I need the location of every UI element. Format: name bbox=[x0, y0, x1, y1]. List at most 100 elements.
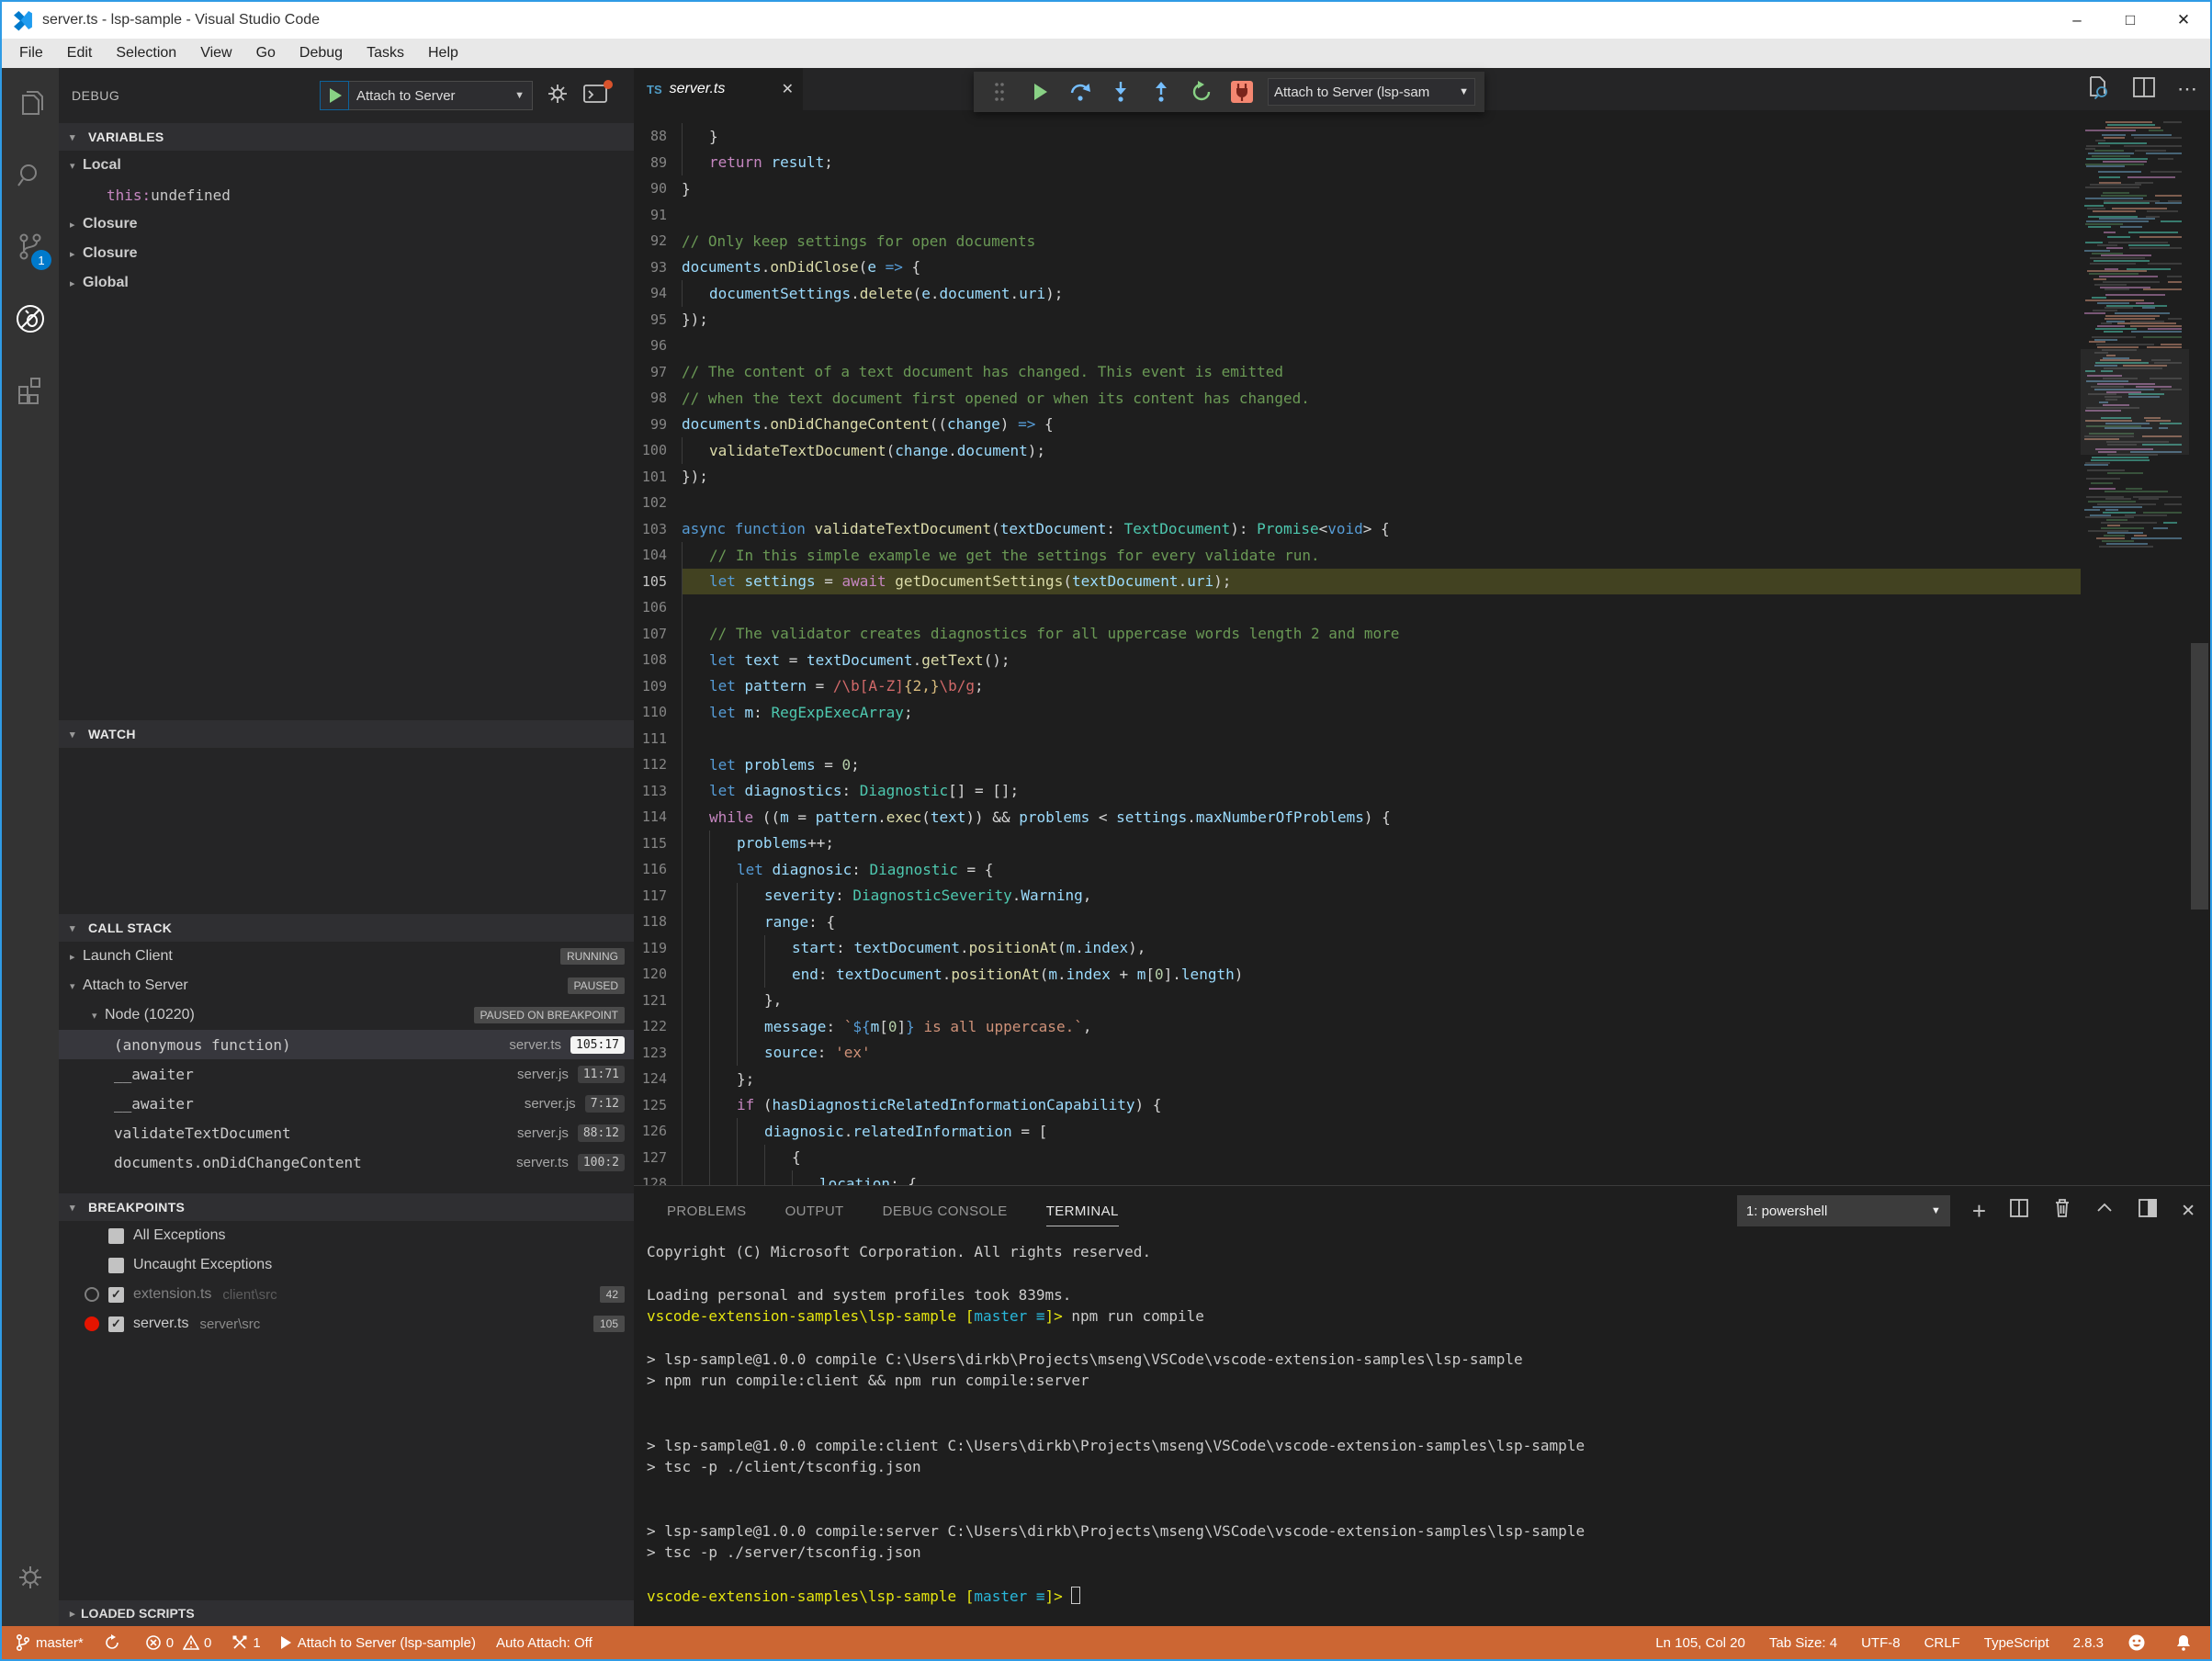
restart-icon[interactable] bbox=[1181, 72, 1222, 112]
code-line-90[interactable]: 90} bbox=[634, 175, 2081, 202]
menu-debug[interactable]: Debug bbox=[288, 39, 355, 68]
line-number[interactable]: 111 bbox=[634, 730, 682, 747]
code-line-106[interactable]: 106 bbox=[634, 594, 2081, 621]
open-changes-icon[interactable] bbox=[2083, 73, 2111, 106]
debug-console-icon[interactable] bbox=[582, 79, 613, 110]
breakpoint-checkbox[interactable] bbox=[108, 1257, 124, 1273]
debug-icon[interactable] bbox=[2, 283, 59, 355]
code-line-102[interactable]: 102 bbox=[634, 490, 2081, 516]
line-number[interactable]: 97 bbox=[634, 364, 682, 380]
line-number[interactable]: 108 bbox=[634, 651, 682, 668]
line-number[interactable]: 95 bbox=[634, 311, 682, 328]
code-line-99[interactable]: 99 documents. onDidChangeContent((change) … bbox=[634, 412, 2081, 438]
feedback-smiley-icon[interactable] bbox=[2127, 1633, 2150, 1652]
line-number[interactable]: 122 bbox=[634, 1018, 682, 1034]
code-line-119[interactable]: 119 start: textDocument. positionAt(m. inde… bbox=[634, 934, 2081, 961]
line-number[interactable]: 101 bbox=[634, 469, 682, 485]
typescript-version[interactable]: 2.8.3 bbox=[2073, 1635, 2104, 1651]
editor-scrollbar[interactable] bbox=[2189, 110, 2210, 1185]
code-editor[interactable]: 88} 89 return result; 90} 91 92// Only keep s… bbox=[634, 110, 2210, 1185]
code-line-122[interactable]: 122 message: ` ${m[0]} is all uppercase.`, bbox=[634, 1013, 2081, 1040]
line-number[interactable]: 91 bbox=[634, 207, 682, 223]
tab-problems[interactable]: PROBLEMS bbox=[667, 1186, 747, 1236]
call-stack-section-header[interactable]: ▾ CALL STACK bbox=[59, 914, 634, 942]
code-line-100[interactable]: 100 validateTextDocument(change. document)… bbox=[634, 437, 2081, 464]
line-number[interactable]: 92 bbox=[634, 232, 682, 249]
debug-session-dropdown[interactable]: Attach to Server (lsp-sam ▼ bbox=[1268, 78, 1475, 106]
line-number[interactable]: 127 bbox=[634, 1149, 682, 1166]
line-number[interactable]: 128 bbox=[634, 1175, 682, 1185]
problems-indicator[interactable]: 0 0 bbox=[145, 1634, 211, 1651]
breakpoint-checkbox[interactable]: ✓ bbox=[108, 1286, 124, 1303]
code-line-91[interactable]: 91 bbox=[634, 202, 2081, 229]
breakpoint-row[interactable]: ✓ extension.ts client\src 42 bbox=[59, 1280, 634, 1309]
line-number[interactable]: 103 bbox=[634, 521, 682, 537]
code-line-101[interactable]: 101}); bbox=[634, 464, 2081, 491]
code-line-112[interactable]: 112 let problems = 0; bbox=[634, 751, 2081, 778]
line-number[interactable]: 106 bbox=[634, 599, 682, 616]
code-line-89[interactable]: 89 return result; bbox=[634, 149, 2081, 175]
line-number[interactable]: 120 bbox=[634, 966, 682, 982]
call-stack-row[interactable]: validateTextDocument server.js 88:12 bbox=[59, 1118, 634, 1147]
code-line-104[interactable]: 104// In this simple example we get the … bbox=[634, 542, 2081, 569]
breakpoints-section-header[interactable]: ▾ BREAKPOINTS bbox=[59, 1193, 634, 1221]
line-number[interactable]: 110 bbox=[634, 704, 682, 720]
line-number[interactable]: 99 bbox=[634, 416, 682, 433]
line-number[interactable]: 116 bbox=[634, 861, 682, 877]
line-number[interactable]: 121 bbox=[634, 992, 682, 1009]
code-line-94[interactable]: 94 documentSettings. delete(e. document. uri… bbox=[634, 280, 2081, 307]
line-number[interactable]: 88 bbox=[634, 128, 682, 144]
maximize-panel-icon[interactable] bbox=[2094, 1198, 2115, 1224]
line-number[interactable]: 125 bbox=[634, 1097, 682, 1113]
encoding-indicator[interactable]: UTF-8 bbox=[1861, 1635, 1901, 1651]
code-line-98[interactable]: 98// when the text document first opened… bbox=[634, 385, 2081, 412]
line-number[interactable]: 93 bbox=[634, 259, 682, 276]
tab-size-indicator[interactable]: Tab Size: 4 bbox=[1769, 1635, 1837, 1651]
code-line-117[interactable]: 117 severity: DiagnosticSeverity. Warning, bbox=[634, 882, 2081, 909]
settings-gear-icon[interactable] bbox=[2, 1542, 59, 1613]
code-line-121[interactable]: 121}, bbox=[634, 987, 2081, 1013]
menu-file[interactable]: File bbox=[7, 39, 55, 68]
line-number[interactable]: 118 bbox=[634, 913, 682, 930]
start-debug-button[interactable] bbox=[320, 81, 349, 110]
breakpoint-row[interactable]: All Exceptions bbox=[59, 1221, 634, 1250]
line-number[interactable]: 126 bbox=[634, 1123, 682, 1139]
line-number[interactable]: 117 bbox=[634, 887, 682, 904]
line-number[interactable]: 124 bbox=[634, 1070, 682, 1087]
step-over-icon[interactable] bbox=[1060, 72, 1100, 112]
call-stack-row[interactable]: ▾ Attach to Server PAUSED bbox=[59, 971, 634, 1000]
line-number[interactable]: 102 bbox=[634, 494, 682, 511]
continue-icon[interactable] bbox=[1020, 72, 1060, 112]
tab-close-icon[interactable]: ✕ bbox=[782, 80, 794, 98]
eol-indicator[interactable]: CRLF bbox=[1924, 1635, 1960, 1651]
code-line-96[interactable]: 96 bbox=[634, 333, 2081, 359]
variables-row[interactable]: ▸ Closure bbox=[59, 209, 634, 239]
cursor-position[interactable]: Ln 105, Col 20 bbox=[1655, 1635, 1745, 1651]
minimap[interactable] bbox=[2081, 110, 2189, 1185]
line-number[interactable]: 100 bbox=[634, 442, 682, 458]
language-mode[interactable]: TypeScript bbox=[1984, 1635, 2049, 1651]
terminal-output[interactable]: Copyright (C) Microsoft Corporation. All… bbox=[634, 1236, 2210, 1626]
variables-row[interactable]: ▸ Closure bbox=[59, 239, 634, 268]
call-stack-row[interactable]: __awaiter server.js 7:12 bbox=[59, 1089, 634, 1118]
breakpoint-row[interactable]: ✓ server.ts server\src 105 bbox=[59, 1309, 634, 1339]
breakpoint-row[interactable]: Uncaught Exceptions bbox=[59, 1250, 634, 1280]
line-number[interactable]: 94 bbox=[634, 285, 682, 301]
tab-server-ts[interactable]: TS server.ts ✕ bbox=[634, 68, 803, 110]
debug-status[interactable]: Attach to Server (lsp-sample) bbox=[280, 1635, 476, 1651]
code-line-111[interactable]: 111 bbox=[634, 725, 2081, 751]
tab-output[interactable]: OUTPUT bbox=[785, 1186, 844, 1236]
menu-go[interactable]: Go bbox=[244, 39, 288, 68]
variables-row[interactable]: this: undefined bbox=[59, 180, 634, 209]
loaded-scripts-section-header[interactable]: ▸ LOADED SCRIPTS bbox=[59, 1600, 634, 1626]
tab-terminal[interactable]: TERMINAL bbox=[1045, 1186, 1119, 1236]
minimize-button[interactable]: – bbox=[2050, 2, 2104, 39]
code-line-128[interactable]: 128 location: { bbox=[634, 1170, 2081, 1185]
call-stack-row[interactable]: ▾ Node (10220) PAUSED ON BREAKPOINT bbox=[59, 1000, 634, 1030]
code-line-107[interactable]: 107// The validator creates diagnostics … bbox=[634, 620, 2081, 647]
menu-edit[interactable]: Edit bbox=[55, 39, 105, 68]
close-panel-icon[interactable]: ✕ bbox=[2181, 1201, 2195, 1222]
code-line-126[interactable]: 126 diagnosic. relatedInformation = [ bbox=[634, 1118, 2081, 1145]
close-button[interactable]: ✕ bbox=[2157, 2, 2210, 39]
line-number[interactable]: 89 bbox=[634, 154, 682, 171]
